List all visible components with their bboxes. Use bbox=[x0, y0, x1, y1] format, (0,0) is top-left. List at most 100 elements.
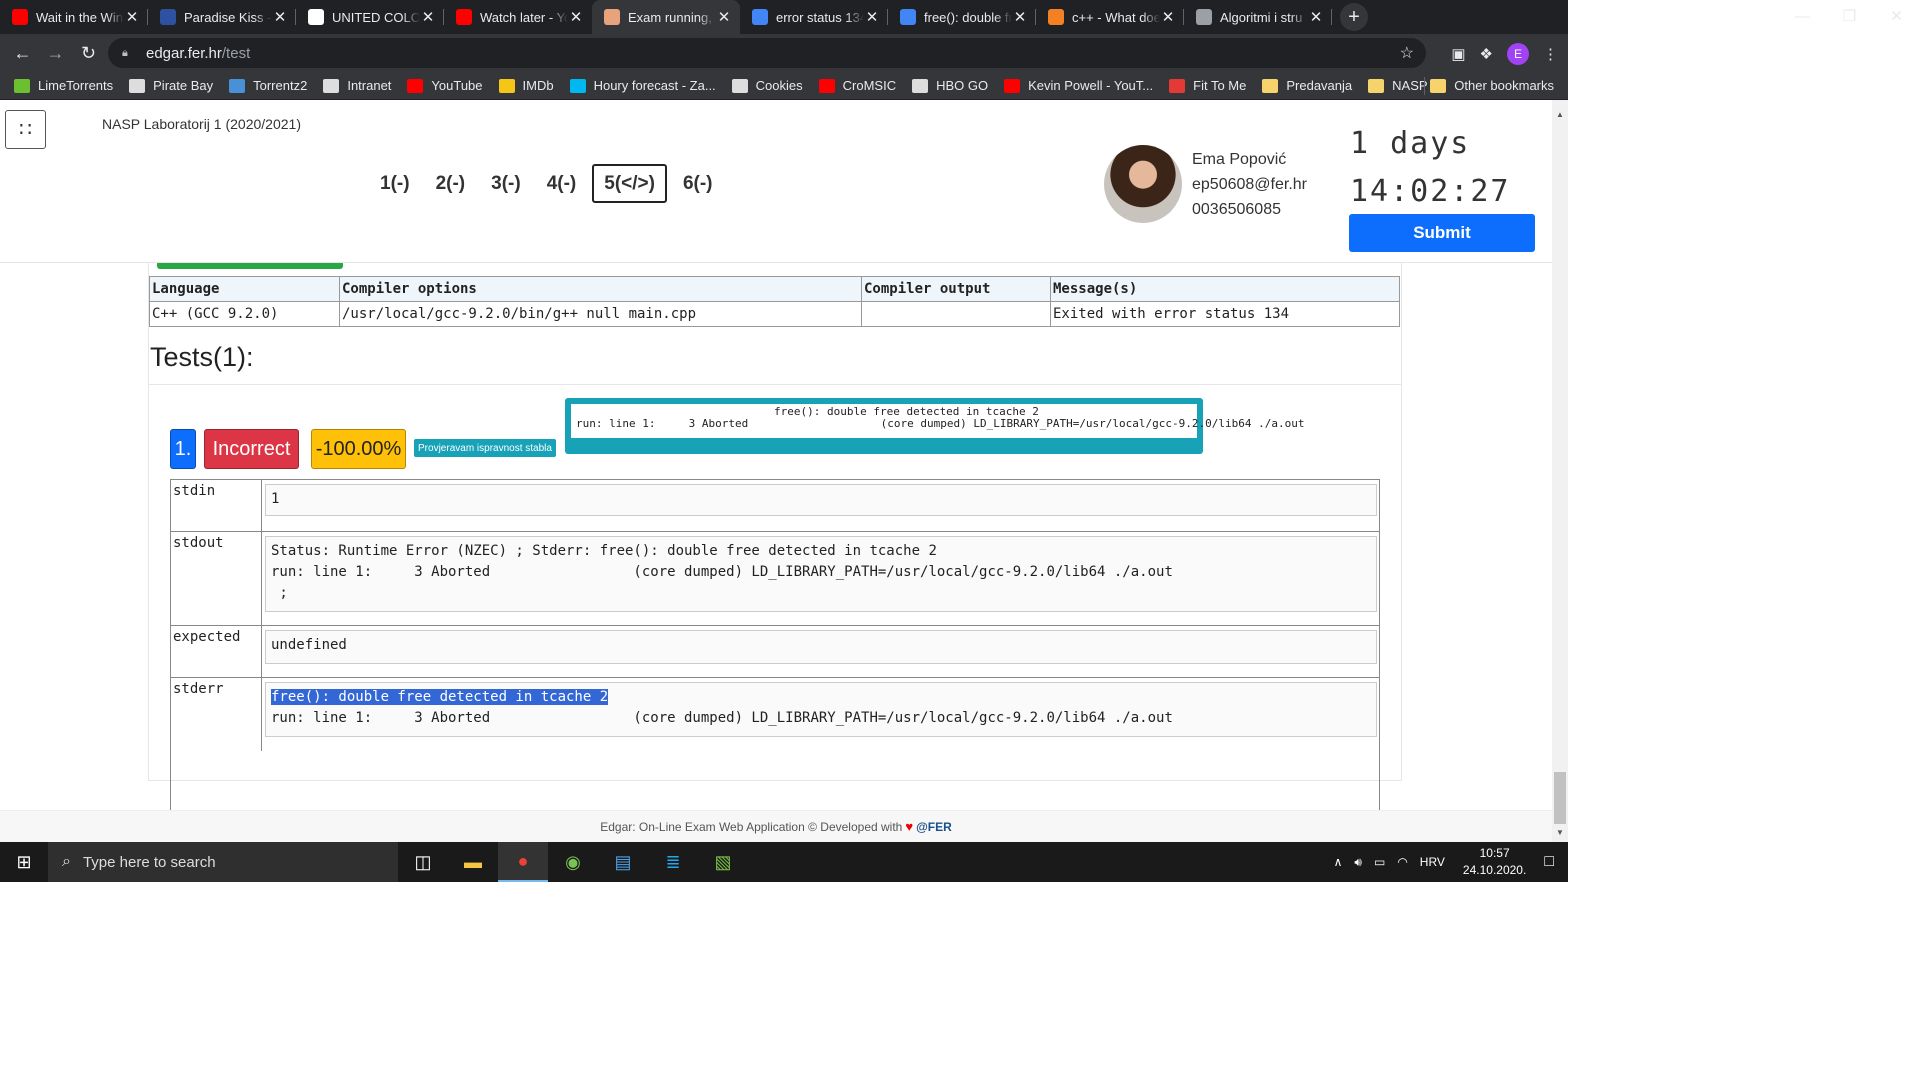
bookmark-item[interactable]: Torrentz2 bbox=[229, 78, 307, 93]
new-tab-button[interactable]: + bbox=[1340, 3, 1368, 31]
browser-tab[interactable]: UNITED COLOR✕ bbox=[296, 0, 444, 34]
compile-language: C++ (GCC 9.2.0) bbox=[149, 301, 340, 327]
notifications-icon[interactable]: □ bbox=[1544, 853, 1554, 871]
browser-tab[interactable]: Algoritmi i stru ✕ bbox=[1184, 0, 1332, 34]
youtube-icon bbox=[818, 78, 835, 93]
fer-link[interactable]: @FER bbox=[916, 820, 952, 834]
task-view-icon[interactable]: ◫ bbox=[398, 842, 448, 882]
windows-start-icon[interactable]: ⊞ bbox=[0, 842, 48, 882]
browser-tab[interactable]: Watch later - Yo ✕ bbox=[444, 0, 592, 34]
other-bookmarks[interactable]: Other bookmarks bbox=[1430, 78, 1554, 93]
footer-text: Edgar: On-Line Exam Web Application © De… bbox=[600, 819, 903, 834]
file-explorer-icon[interactable]: ▬ bbox=[448, 842, 498, 882]
tooltip-line-1: free(): double free detected in tcache 2 bbox=[774, 405, 1039, 418]
user-avatar bbox=[1104, 145, 1182, 223]
question-navigation: 1(-) 2(-) 3(-) 4(-) 5(</>) 6(-) bbox=[370, 164, 729, 203]
close-tab-icon[interactable]: ✕ bbox=[568, 8, 584, 26]
scroll-up-icon[interactable]: ▲ bbox=[1552, 110, 1568, 119]
bookmark-item[interactable]: NASP bbox=[1368, 78, 1428, 93]
bookmark-item[interactable]: LimeTorrents bbox=[14, 78, 113, 93]
submit-button[interactable]: Submit bbox=[1349, 214, 1535, 252]
bookmark-label: Pirate Bay bbox=[153, 78, 214, 93]
bookmark-label: Predavanja bbox=[1286, 78, 1353, 93]
close-window-icon[interactable]: ✕ bbox=[1873, 0, 1920, 32]
user-jmbag: 0036506085 bbox=[1192, 201, 1281, 218]
test-io-table: stdin 1 stdout Status: Runtime Error (NZ… bbox=[170, 479, 1380, 842]
question-tab[interactable]: 5(</>) bbox=[592, 164, 667, 203]
menu-kebab-icon[interactable]: ⋮ bbox=[1543, 45, 1558, 63]
bookmark-item[interactable]: Pirate Bay bbox=[129, 78, 213, 93]
question-tab[interactable]: 6(-) bbox=[673, 164, 723, 203]
reload-icon[interactable]: ↻ bbox=[72, 43, 105, 64]
back-icon[interactable]: ← bbox=[6, 43, 39, 64]
minimize-icon[interactable]: — bbox=[1779, 0, 1826, 32]
forward-icon[interactable]: → bbox=[39, 43, 72, 64]
bookmark-item[interactable]: Fit To Me bbox=[1169, 78, 1246, 93]
chrome-icon[interactable]: ● bbox=[498, 842, 548, 882]
question-tab[interactable]: 2(-) bbox=[426, 164, 476, 203]
bookmark-star-icon[interactable]: ☆ bbox=[1400, 43, 1414, 63]
vscode-icon[interactable]: ≣ bbox=[648, 842, 698, 882]
app-window-icon[interactable]: ▤ bbox=[598, 842, 648, 882]
close-tab-icon[interactable]: ✕ bbox=[716, 8, 732, 26]
bookmark-item[interactable]: CroMSIC bbox=[818, 78, 896, 93]
close-tab-icon[interactable]: ✕ bbox=[124, 8, 140, 26]
bookmark-item[interactable]: Predavanja bbox=[1262, 78, 1352, 93]
bookmark-item[interactable]: Kevin Powell - YouT... bbox=[1004, 78, 1153, 93]
profile-avatar[interactable]: E bbox=[1507, 43, 1529, 65]
question-tab[interactable]: 1(-) bbox=[370, 164, 420, 203]
scrollbar-thumb[interactable] bbox=[1554, 772, 1566, 824]
selected-text[interactable]: free(): double free detected in tcache 2 bbox=[271, 689, 609, 705]
browser-tab[interactable]: error status 134 ✕ bbox=[740, 0, 888, 34]
question-tab[interactable]: 3(-) bbox=[481, 164, 531, 203]
question-tab[interactable]: 4(-) bbox=[537, 164, 587, 203]
browser-tab[interactable]: Wait in the Win ✕ bbox=[0, 0, 148, 34]
apps-grid-button[interactable]: ∷ bbox=[5, 110, 46, 149]
bookmark-item[interactable]: YouTube bbox=[407, 78, 483, 93]
compile-output bbox=[861, 301, 1051, 327]
browser-tab[interactable]: free(): double fr ✕ bbox=[888, 0, 1036, 34]
close-tab-icon[interactable]: ✕ bbox=[1160, 8, 1176, 26]
wifi-icon[interactable]: ◠ bbox=[1397, 855, 1407, 869]
page-scrollbar[interactable]: ▲ ▼ bbox=[1552, 100, 1568, 842]
browser-tab[interactable]: c++ - What doe ✕ bbox=[1036, 0, 1184, 34]
chevron-up-icon[interactable]: ∧ bbox=[1334, 855, 1343, 869]
camera-icon[interactable]: ▣ bbox=[1451, 45, 1465, 63]
browser-tab[interactable]: Exam running, c ✕ bbox=[592, 0, 740, 34]
bookmark-label: LimeTorrents bbox=[38, 78, 114, 93]
taskbar-search[interactable]: ⌕ Type here to search bbox=[48, 842, 398, 882]
clock[interactable]: 10:57 24.10.2020. bbox=[1463, 845, 1526, 879]
browser-toolbar: ← → ↻ 🔒︎ edgar.fer.hr/test ☆ ▣ ❖ E ⋮ bbox=[0, 34, 1568, 72]
image-app-icon[interactable]: ▧ bbox=[698, 842, 748, 882]
bookmark-item[interactable]: Cookies bbox=[731, 78, 803, 93]
browser-tab[interactable]: Paradise Kiss - ✕ bbox=[148, 0, 296, 34]
bookmark-item[interactable]: HBO GO bbox=[912, 78, 988, 93]
exam-icon bbox=[604, 9, 620, 25]
bookmark-item[interactable]: Intranet bbox=[323, 78, 391, 93]
close-tab-icon[interactable]: ✕ bbox=[420, 8, 436, 26]
close-tab-icon[interactable]: ✕ bbox=[1012, 8, 1028, 26]
extensions-icon[interactable]: ❖ bbox=[1480, 45, 1493, 63]
volume-icon[interactable]: 🔊︎ bbox=[1354, 855, 1362, 870]
bookmark-item[interactable]: IMDb bbox=[498, 78, 554, 93]
utorrent-icon[interactable]: ◉ bbox=[548, 842, 598, 882]
divider bbox=[149, 384, 1401, 385]
test-number-badge[interactable]: 1. bbox=[170, 429, 196, 469]
scroll-down-icon[interactable]: ▼ bbox=[1552, 828, 1568, 837]
ship-icon bbox=[129, 78, 146, 93]
search-icon: ⌕ bbox=[62, 853, 71, 870]
restore-icon[interactable]: ❐ bbox=[1826, 0, 1873, 32]
bookmark-item[interactable]: Houry forecast - Za... bbox=[569, 78, 716, 93]
close-tab-icon[interactable]: ✕ bbox=[272, 8, 288, 26]
language-indicator[interactable]: HRV bbox=[1420, 855, 1445, 869]
bookmark-label: HBO GO bbox=[936, 78, 989, 93]
bookmark-label: Cookies bbox=[755, 78, 803, 93]
battery-icon[interactable]: ▭ bbox=[1374, 855, 1385, 869]
address-bar[interactable]: 🔒︎ edgar.fer.hr/test ☆ bbox=[108, 38, 1426, 68]
tab-title: Watch later - Yo bbox=[480, 9, 568, 25]
stackoverflow-icon bbox=[1048, 9, 1064, 25]
folder-icon bbox=[1430, 78, 1447, 93]
close-tab-icon[interactable]: ✕ bbox=[1308, 8, 1324, 26]
close-tab-icon[interactable]: ✕ bbox=[864, 8, 880, 26]
info-badge[interactable]: Provjeravam ispravnost stabla bbox=[414, 439, 556, 457]
